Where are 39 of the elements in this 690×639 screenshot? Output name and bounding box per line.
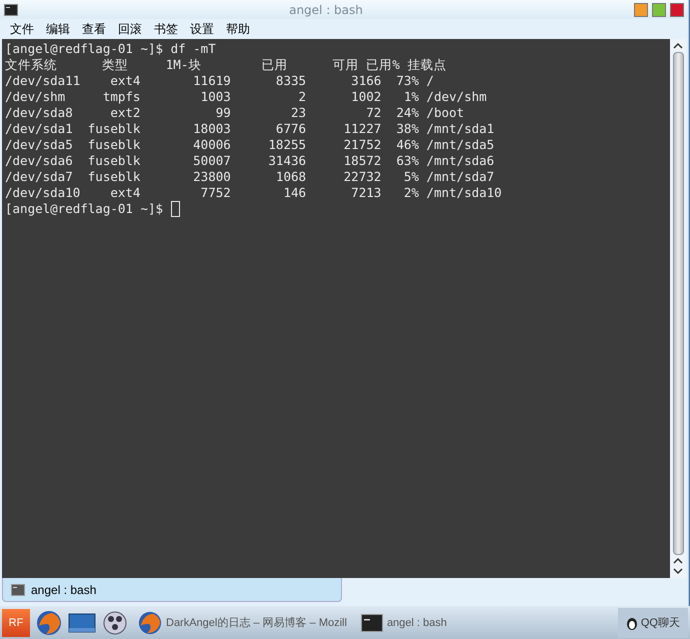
taskbar-button[interactable]: angel : bash [356,608,451,636]
text-cursor [171,201,180,217]
taskbar-button[interactable]: DarkAngel的日志 – 网易博客 – Mozill [134,608,351,636]
scroll-up-icon[interactable] [673,557,683,565]
globe-icon [138,610,162,634]
terminal-line: /dev/sda5 fuseblk 40006 18255 21752 46% /mnt/sda5 [5,137,494,153]
scroll-up-icon[interactable] [673,42,683,50]
scroll-down-icon[interactable] [673,567,683,575]
desktop-icon[interactable] [68,612,96,634]
terminal-line: /dev/sda8 ext2 99 23 72 24% /boot [5,105,464,121]
terminal-line: /dev/sda1 fuseblk 18003 6776 11227 38% /mnt/sda1 [5,121,494,137]
terminal-line: 文件系统 类型 1M-块 已用 可用 已用% 挂载点 [5,57,446,73]
terminal-line: /dev/shm tmpfs 1003 2 1002 1% /dev/shm [5,89,487,105]
menu-item[interactable]: 书签 [148,20,184,38]
terminal-line: /dev/sda10 ext4 7752 146 7213 2% /mnt/sda10 [5,185,502,201]
terminal-icon [11,584,25,596]
menu-item[interactable]: 编辑 [40,20,76,38]
maximize-button[interactable] [652,2,666,16]
window-title: angel : bash [288,2,364,16]
menu-item[interactable]: 查看 [76,20,112,38]
scrollbar-thumb[interactable] [672,52,684,555]
menu-item[interactable]: 帮助 [220,20,256,38]
scrollbar[interactable] [670,39,686,578]
terminal-line: [angel@redflag-01 ~]$ df -mT [5,41,216,57]
terminal-line: /dev/sda7 fuseblk 23800 1068 22732 5% /mnt/sda7 [5,169,494,185]
terminal-line: /dev/sda11 ext4 11619 8335 3166 73% / [5,73,434,89]
menu-item[interactable]: 回滚 [112,20,148,38]
close-button[interactable] [670,2,684,16]
film-reel-icon[interactable] [102,610,128,636]
terminal-icon [360,614,383,632]
terminal-line: /dev/sda6 fuseblk 50007 31436 18572 63% /mnt/sda6 [5,153,494,169]
penguin-icon [626,616,638,630]
globe-icon[interactable] [36,610,62,636]
tab[interactable]: angel : bash [2,578,342,602]
minimize-button[interactable] [634,2,648,16]
terminal-icon [4,4,18,16]
menu-item[interactable]: 文件 [4,20,40,38]
menu-item[interactable]: 设置 [184,20,220,38]
terminal-prompt: [angel@redflag-01 ~]$ [5,201,164,217]
